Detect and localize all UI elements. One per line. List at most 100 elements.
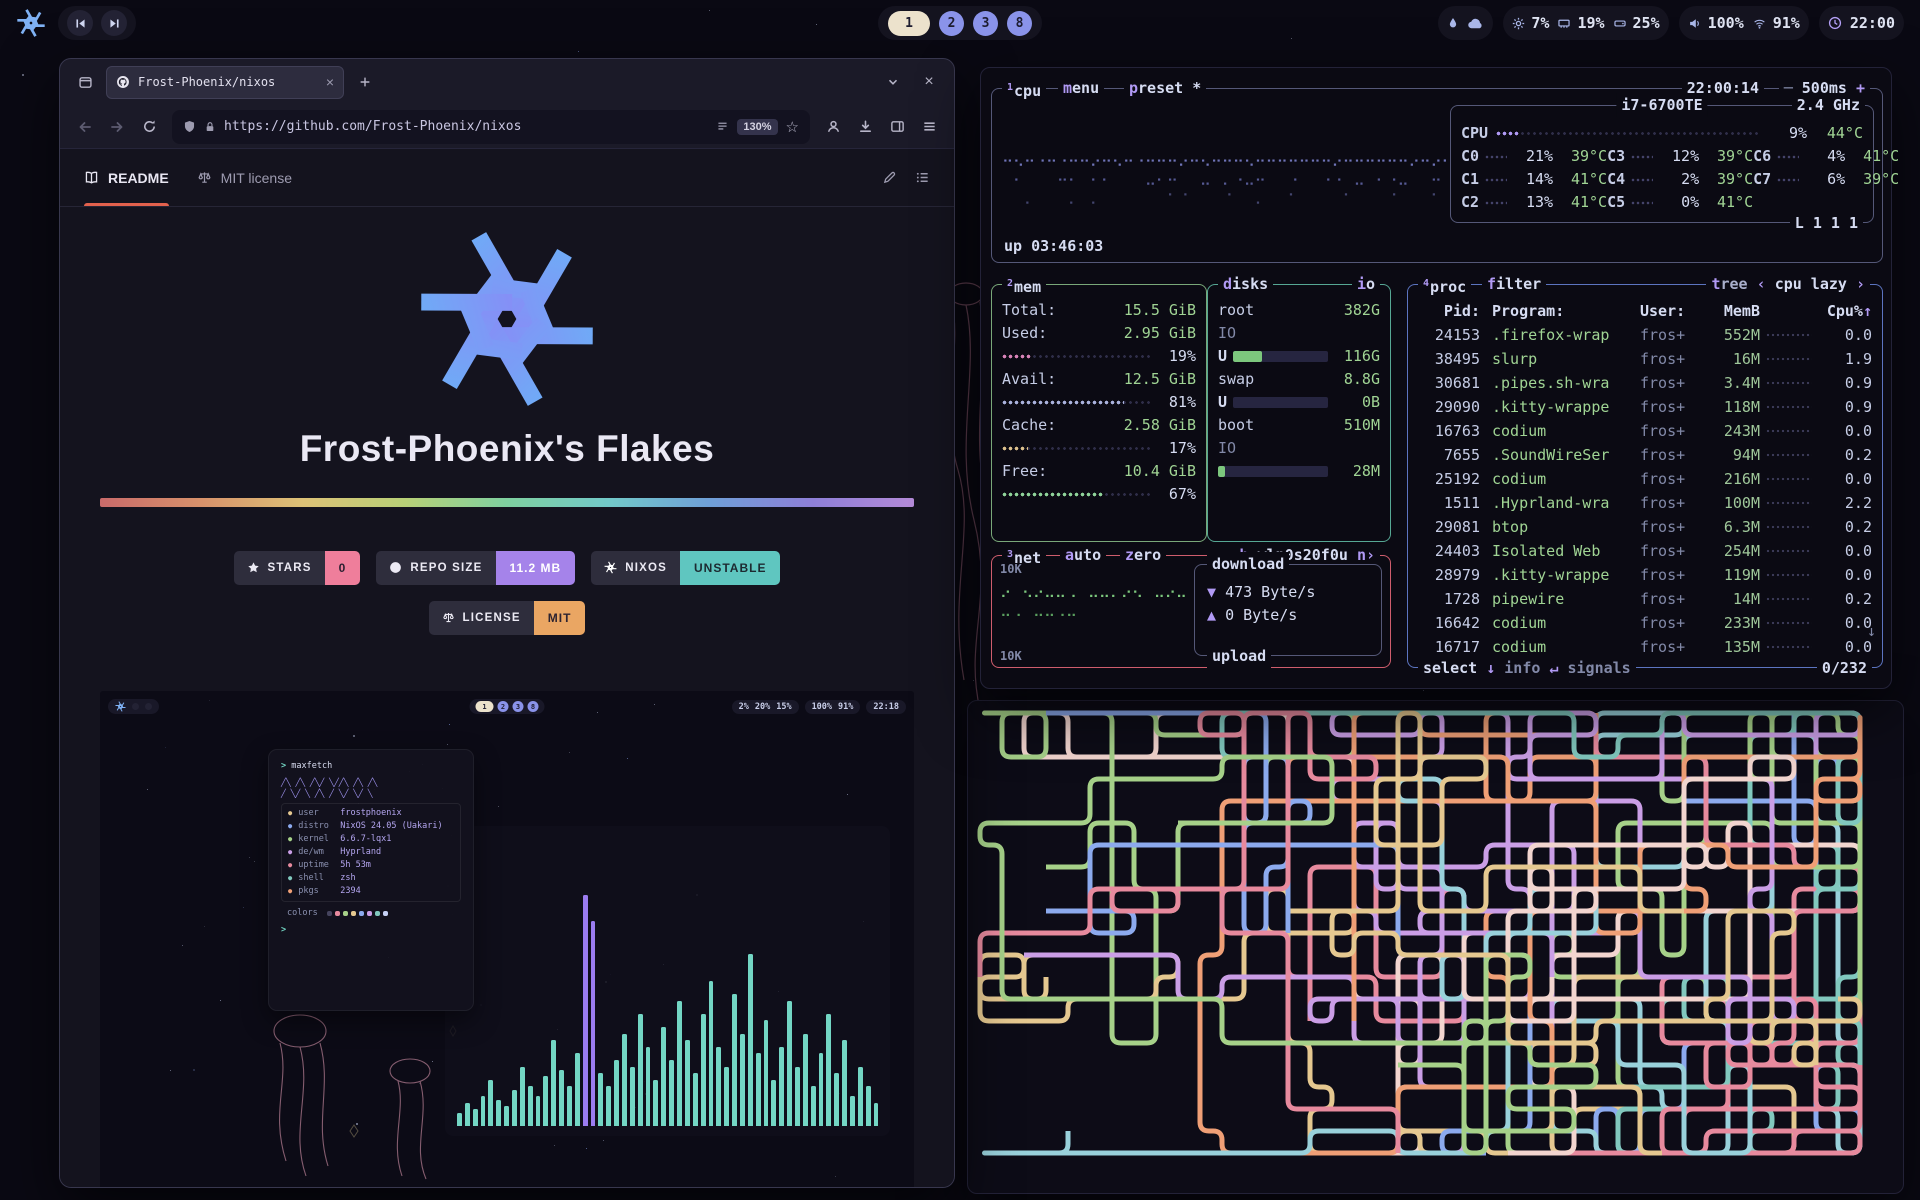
firefox-view-button[interactable] (70, 67, 100, 97)
downloads-button[interactable] (850, 112, 880, 142)
visualizer-bar (677, 1001, 682, 1126)
nixos-logo[interactable] (16, 8, 46, 38)
process-row[interactable]: 29090.kitty-wrappefros+118M0.9 (1408, 395, 1882, 419)
menu-button[interactable] (914, 112, 944, 142)
visualizer-bar (528, 1086, 533, 1126)
process-row[interactable]: 28979.kitty-wrappefros+119M0.0 (1408, 563, 1882, 587)
visualizer-bar (858, 1067, 863, 1126)
workspace-switcher: 1238 (878, 6, 1042, 40)
badge-value: MIT (534, 601, 586, 635)
top-bar: 1238 7% 19% 25% (0, 0, 1920, 46)
tab-list-button[interactable] (878, 67, 908, 97)
readme-screenshot[interactable]: 1238 2%20%15% 100%91% 22:18 > maxfetch ╱… (100, 691, 914, 1188)
visualizer-bar (543, 1076, 548, 1126)
process-row[interactable]: 16763codiumfros+243M0.0 (1408, 419, 1882, 443)
new-tab-button[interactable] (350, 67, 380, 97)
scales-icon (197, 170, 212, 185)
proc-filter-button[interactable]: filter (1482, 272, 1546, 296)
badge-repo-size[interactable]: REPO SIZE11.2 MB (376, 551, 575, 585)
tab-mit-license[interactable]: MIT license (197, 149, 292, 206)
forward-button[interactable] (102, 112, 132, 142)
workspace-8[interactable]: 8 (1007, 11, 1032, 36)
preview-workspace-3: 3 (513, 701, 524, 712)
workspace-1[interactable]: 1 (888, 11, 930, 36)
process-row[interactable]: 29081btopfros+6.3M0.2 (1408, 515, 1882, 539)
disk-io-label: IO (1208, 437, 1390, 460)
reader-mode-icon[interactable] (716, 120, 729, 133)
preview-workspace-8: 8 (528, 701, 539, 712)
tab-readme[interactable]: README (84, 149, 169, 206)
badge-nixos[interactable]: NIXOSUNSTABLE (591, 551, 780, 585)
upload-label: upload (1207, 644, 1271, 668)
process-row[interactable]: 1728pipewirefros+14M0.2 (1408, 587, 1882, 611)
disks-io-toggle[interactable]: io (1352, 272, 1380, 296)
url-bar[interactable]: https://github.com/Frost-Phoenix/nixos 1… (172, 110, 810, 144)
proc-footer-keys[interactable]: select ↓ info ↵ signals (1418, 656, 1636, 680)
net-zero-toggle[interactable]: zero (1120, 543, 1166, 567)
process-row[interactable]: 16642codiumfros+233M0.0 (1408, 611, 1882, 635)
visualizer-bar (559, 1070, 564, 1126)
media-previous-button[interactable] (67, 10, 93, 36)
bookmark-star-icon[interactable]: ☆ (786, 118, 799, 136)
mem-row: Cache:2.58 GiB (992, 414, 1206, 437)
account-button[interactable] (818, 112, 848, 142)
visualizer-bar (826, 1014, 831, 1126)
process-row[interactable]: 24403Isolated Webfros+254M0.0 (1408, 539, 1882, 563)
nixos-snowflake-logo (413, 225, 601, 418)
cpu-box-title[interactable]: 1cpu (1002, 76, 1046, 103)
net-auto-toggle[interactable]: auto (1060, 543, 1106, 567)
visualizer-bar (575, 1053, 580, 1126)
process-row[interactable]: 1511.Hyprland-wrafros+100M2.2 (1408, 491, 1882, 515)
sidebar-button[interactable] (882, 112, 912, 142)
process-row[interactable]: 24153.firefox-wrapfros+552M0.0 (1408, 323, 1882, 347)
tab-strip: Frost-Phoenix/nixos × × (60, 59, 954, 105)
process-row[interactable]: 7655.SoundWireSerfros+94M0.2 (1408, 443, 1882, 467)
visualizer-bar (811, 1086, 816, 1126)
process-row[interactable]: 30681.pipes.sh-wrafros+3.4M0.9 (1408, 371, 1882, 395)
mem-meter: 17% (992, 437, 1206, 460)
system-stats-widget[interactable]: 7% 19% 25% (1503, 6, 1668, 40)
weather-drop-icon (1447, 16, 1459, 30)
workspace-3[interactable]: 3 (973, 11, 998, 36)
fetch-row: ●userfrostphoenix (288, 807, 454, 820)
weather-widget[interactable] (1438, 6, 1493, 40)
mem-row: Free:10.4 GiB (992, 460, 1206, 483)
zoom-level-badge[interactable]: 130% (737, 119, 777, 135)
disks-box-title[interactable]: disks (1218, 272, 1273, 296)
tracking-shield-icon[interactable] (183, 119, 196, 134)
tab-close-icon[interactable]: × (326, 74, 334, 90)
btop-cpu-box: 1cpu menu preset * 22:00:14 ─ 500ms + ⠒⠢… (991, 88, 1883, 263)
mem-row: Avail:12.5 GiB (992, 368, 1206, 391)
mem-meter: 67% (992, 483, 1206, 506)
browser-tab[interactable]: Frost-Phoenix/nixos × (106, 66, 344, 99)
edit-pencil-icon[interactable] (882, 170, 897, 185)
disk-usage: 25% (1633, 14, 1660, 32)
clock-widget[interactable]: 22:00 (1819, 6, 1904, 40)
process-row[interactable]: 25192codiumfros+216M0.0 (1408, 467, 1882, 491)
net-speed-panel: download ▼ 473 Byte/s ▲ 0 Byte/s upload (1194, 564, 1382, 656)
reload-button[interactable] (134, 112, 164, 142)
audio-network-widget[interactable]: 100% 91% (1679, 6, 1809, 40)
process-row[interactable]: 38495slurpfros+16M1.9 (1408, 347, 1882, 371)
badge-stars[interactable]: STARS0 (234, 551, 361, 585)
back-button[interactable] (70, 112, 100, 142)
proc-sort-control[interactable]: tree ‹ cpu lazy › (1706, 272, 1870, 296)
media-next-button[interactable] (101, 10, 127, 36)
clock-icon (1828, 16, 1842, 30)
fetch-row: ●de/wmHyprland (288, 846, 454, 859)
mem-box-title[interactable]: 2mem (1002, 272, 1046, 299)
workspace-2[interactable]: 2 (939, 11, 964, 36)
visualizer-bar (653, 1080, 658, 1126)
lock-icon[interactable] (204, 120, 216, 134)
btop-preset-button[interactable]: preset * (1124, 76, 1206, 100)
proc-box-title[interactable]: 4proc (1418, 272, 1471, 299)
visualizer-bar (819, 1053, 824, 1126)
window-close-button[interactable]: × (914, 67, 944, 97)
badge-license[interactable]: LICENSEMIT (429, 601, 586, 635)
cpu-core-c6: C64%41°C (1753, 145, 1899, 168)
btop-menu-button[interactable]: menu (1058, 76, 1104, 100)
proc-scroll-indicator[interactable]: ↓ (1867, 620, 1876, 643)
cpu-frequency: 2.4 GHz (1792, 93, 1865, 117)
star-icon (247, 561, 260, 574)
outline-list-icon[interactable] (915, 170, 930, 185)
